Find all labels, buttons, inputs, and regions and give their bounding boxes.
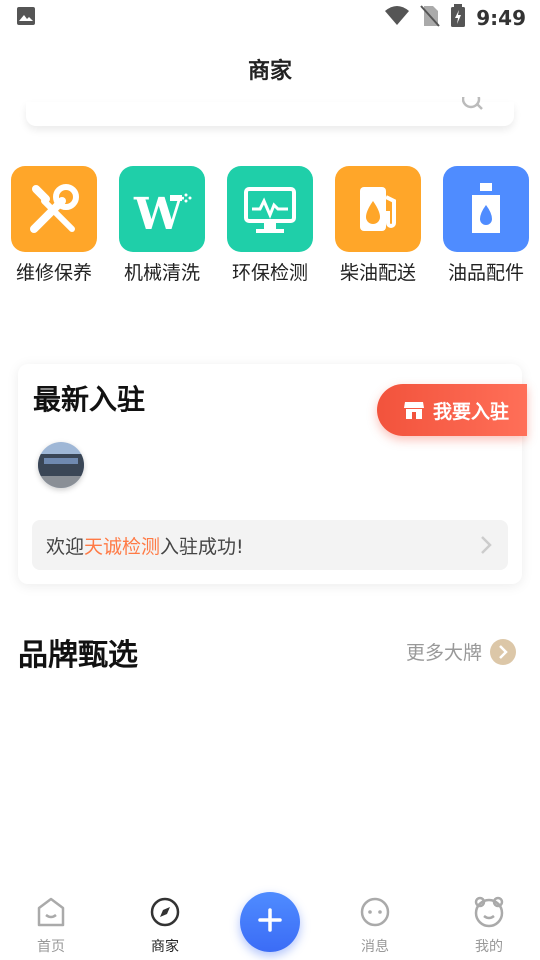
add-button[interactable] xyxy=(240,892,300,952)
new-merchants-title: 最新入驻 xyxy=(33,383,146,416)
category-label: 环保检测 xyxy=(231,262,308,284)
merchant-name: 天诚检测 xyxy=(84,535,161,558)
status-left xyxy=(14,4,38,32)
monitor-icon xyxy=(227,166,313,252)
fuel-pump-icon xyxy=(335,166,421,252)
tab-profile[interactable]: 我的 xyxy=(454,896,524,956)
chevron-right-icon xyxy=(490,638,517,665)
search-icon xyxy=(461,89,484,115)
tab-messages[interactable]: 消息 xyxy=(340,896,410,956)
new-merchants-card: 最新入驻 我要入驻 欢迎 天诚检测 入驻成功! xyxy=(18,364,527,584)
chevron-right-icon xyxy=(480,535,492,560)
message-icon xyxy=(358,897,392,932)
tab-home[interactable]: 首页 xyxy=(16,896,86,956)
image-notification-icon xyxy=(14,4,38,32)
status-right: 9:49 xyxy=(384,3,526,33)
tab-label: 消息 xyxy=(361,939,389,955)
category-grid: 维修保养 W 机械清洗 环保检测 柴油配送 油品配件 xyxy=(0,166,540,286)
tab-label: 我的 xyxy=(475,939,503,955)
category-diesel[interactable]: 柴油配送 xyxy=(324,166,432,285)
clock-time: 9:49 xyxy=(476,6,526,30)
welcome-prefix: 欢迎 xyxy=(46,535,85,558)
avatar xyxy=(38,442,84,488)
oil-can-icon xyxy=(443,166,529,252)
category-label: 油品配件 xyxy=(447,262,524,284)
wifi-icon xyxy=(384,5,410,32)
page-title: 商家 xyxy=(247,59,292,84)
category-cleaning[interactable]: W 机械清洗 xyxy=(108,166,216,285)
wrench-screwdriver-icon xyxy=(11,166,97,252)
washer-icon: W xyxy=(119,166,205,252)
join-button-label: 我要入驻 xyxy=(433,400,510,423)
category-label: 柴油配送 xyxy=(339,262,416,284)
store-icon xyxy=(403,400,425,420)
bottom-tab-bar: 首页 商家 消息 我的 xyxy=(0,880,540,960)
compass-icon xyxy=(148,897,182,932)
category-label: 维修保养 xyxy=(15,262,92,284)
category-env-test[interactable]: 环保检测 xyxy=(216,166,324,285)
category-label: 机械清洗 xyxy=(123,262,200,284)
welcome-banner[interactable]: 欢迎 天诚检测 入驻成功! xyxy=(32,520,508,570)
plus-icon xyxy=(257,907,283,937)
join-button[interactable]: 我要入驻 xyxy=(377,384,527,436)
home-icon xyxy=(34,897,68,932)
brand-section-title: 品牌甄选 xyxy=(18,638,138,673)
welcome-suffix: 入驻成功! xyxy=(160,535,244,558)
battery-charging-icon xyxy=(450,3,466,33)
more-brands-link[interactable]: 更多大牌 xyxy=(406,638,517,665)
profile-icon xyxy=(472,896,506,932)
status-bar: 9:49 xyxy=(0,0,540,36)
category-oil-parts[interactable]: 油品配件 xyxy=(432,166,540,285)
tab-label: 商家 xyxy=(151,939,179,955)
merchant-avatar[interactable] xyxy=(38,442,84,488)
tab-label: 首页 xyxy=(37,939,65,955)
search-bar[interactable] xyxy=(26,89,514,126)
more-brands-label: 更多大牌 xyxy=(406,642,483,664)
category-maintenance[interactable]: 维修保养 xyxy=(0,166,108,285)
tab-merchant[interactable]: 商家 xyxy=(130,896,200,956)
no-sim-icon xyxy=(420,4,440,33)
